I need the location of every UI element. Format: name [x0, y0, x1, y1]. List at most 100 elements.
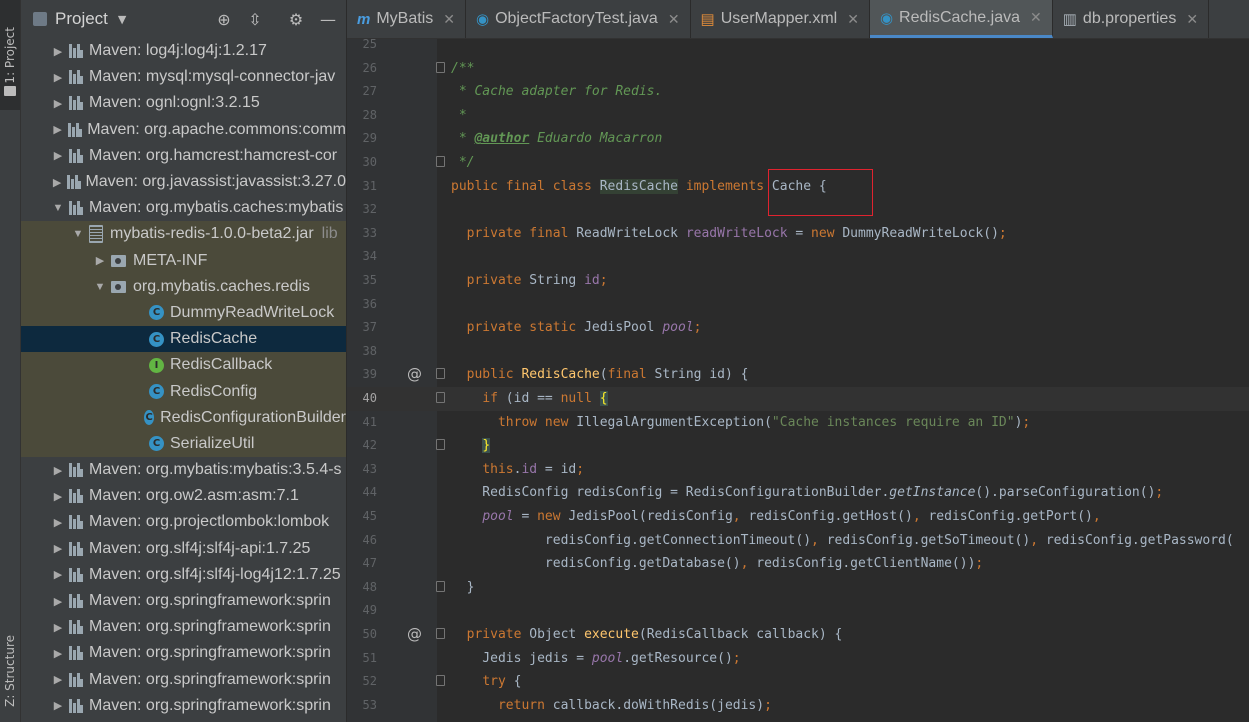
- fold-marker-icon[interactable]: [436, 628, 445, 639]
- tree-item[interactable]: ▶ Maven: org.slf4j:slf4j-api:1.7.25: [21, 536, 346, 562]
- code-line[interactable]: 37 private static JedisPool pool;: [347, 316, 1249, 340]
- collapsed-arrow-icon[interactable]: ▶: [51, 490, 65, 503]
- tree-item[interactable]: ▼ org.mybatis.caches.redis: [21, 273, 346, 300]
- close-icon[interactable]: ✕: [1030, 9, 1042, 26]
- code-editor[interactable]: 25 26/** 27 * Cache adapter for Redis. 28 *…: [347, 39, 1249, 722]
- code-line[interactable]: 31 public final class RedisCache implemen…: [347, 175, 1249, 199]
- code-line[interactable]: 29 * @author Eduardo Macarron: [347, 127, 1249, 151]
- expanded-arrow-icon[interactable]: ▼: [51, 202, 65, 214]
- tree-item[interactable]: ▶ Maven: ognl:ognl:3.2.15: [21, 90, 346, 116]
- tree-item[interactable]: ▶ Maven: org.ow2.asm:asm:7.1: [21, 483, 346, 509]
- locate-icon[interactable]: ⊕: [213, 8, 235, 30]
- hide-icon[interactable]: —: [317, 8, 339, 30]
- code-line[interactable]: 45 pool = new JedisPool(redisConfig, red…: [347, 505, 1249, 529]
- tree-item[interactable]: C RedisConfig: [21, 378, 346, 405]
- close-icon[interactable]: ✕: [668, 11, 680, 28]
- override-marker-icon[interactable]: @: [407, 625, 422, 643]
- tree-item[interactable]: ▶ Maven: org.slf4j:slf4j-log4j12:1.7.25: [21, 562, 346, 588]
- tree-item[interactable]: ▶ Maven: org.springframework:sprin: [21, 588, 346, 614]
- code-line[interactable]: 53 return callback.doWithRedis(jedis);: [347, 694, 1249, 718]
- collapsed-arrow-icon[interactable]: ▶: [51, 464, 65, 477]
- fold-marker-icon[interactable]: [436, 675, 445, 687]
- code-line[interactable]: 35 private String id;: [347, 269, 1249, 293]
- code-line[interactable]: 27 * Cache adapter for Redis.: [347, 80, 1249, 104]
- collapsed-arrow-icon[interactable]: ▶: [51, 71, 65, 84]
- tree-item[interactable]: ▼ mybatis-redis-1.0.0-beta2.jar lib: [21, 221, 346, 248]
- tree-item[interactable]: ▶ Maven: mysql:mysql-connector-jav: [21, 64, 346, 90]
- tree-item[interactable]: C RedisCache: [21, 326, 346, 353]
- editor-tab[interactable]: ◉ ObjectFactoryTest.java ✕: [466, 0, 691, 38]
- code-line[interactable]: 32: [347, 198, 1249, 222]
- collapsed-arrow-icon[interactable]: ▶: [51, 595, 65, 608]
- expanded-arrow-icon[interactable]: ▼: [93, 281, 107, 293]
- tree-item[interactable]: ▶ Maven: org.hamcrest:hamcrest-cor: [21, 143, 346, 169]
- project-tool-tab[interactable]: 1: Project: [0, 0, 20, 110]
- structure-tool-tab[interactable]: Z: Structure: [0, 620, 20, 722]
- collapsed-arrow-icon[interactable]: ▶: [51, 673, 65, 686]
- expanded-arrow-icon[interactable]: ▼: [71, 228, 85, 240]
- project-panel-title[interactable]: Project: [55, 9, 108, 29]
- code-line[interactable]: 52 try {: [347, 670, 1249, 694]
- tree-item[interactable]: ▶ Maven: org.mybatis:mybatis:3.5.4-s: [21, 457, 346, 483]
- code-line[interactable]: 38: [347, 340, 1249, 364]
- fold-marker-icon[interactable]: [436, 368, 445, 380]
- collapsed-arrow-icon[interactable]: ▶: [51, 699, 65, 712]
- fold-marker-icon[interactable]: [436, 439, 445, 451]
- override-marker-icon[interactable]: @: [407, 365, 422, 383]
- code-line[interactable]: 49: [347, 599, 1249, 623]
- collapsed-arrow-icon[interactable]: ▶: [51, 149, 65, 162]
- tree-item[interactable]: ▶ Maven: org.javassist:javassist:3.27.0: [21, 169, 346, 195]
- tree-item[interactable]: ▶ Maven: org.springframework:sprin: [21, 614, 346, 640]
- collapsed-arrow-icon[interactable]: ▶: [51, 97, 65, 110]
- code-line[interactable]: 41 throw new IllegalArgumentException("C…: [347, 411, 1249, 435]
- code-line[interactable]: 46 redisConfig.getConnectionTimeout(), r…: [347, 529, 1249, 553]
- code-line[interactable]: 43 this.id = id;: [347, 458, 1249, 482]
- code-line[interactable]: 50 @ private Object execute(RedisCallback…: [347, 623, 1249, 647]
- collapsed-arrow-icon[interactable]: ▶: [51, 176, 63, 189]
- fold-marker-icon[interactable]: [436, 580, 445, 592]
- editor-tab[interactable]: ▥ db.properties ✕: [1053, 0, 1210, 38]
- code-line[interactable]: 30 */: [347, 151, 1249, 175]
- tree-item[interactable]: ▶ Maven: log4j:log4j:1.2.17: [21, 38, 346, 64]
- fold-marker-icon[interactable]: [436, 61, 445, 73]
- tree-item[interactable]: C RedisConfigurationBuilder: [21, 404, 346, 431]
- collapsed-arrow-icon[interactable]: ▶: [51, 568, 65, 581]
- chevron-down-icon[interactable]: ▼: [118, 13, 126, 26]
- tree-item[interactable]: C DummyReadWriteLock: [21, 299, 346, 327]
- code-line[interactable]: 36: [347, 293, 1249, 317]
- collapsed-arrow-icon[interactable]: ▶: [51, 123, 64, 136]
- fold-marker-icon[interactable]: [436, 156, 445, 167]
- code-line[interactable]: 39 @ public RedisCache(final String id) {: [347, 363, 1249, 387]
- tree-item[interactable]: ▶ Maven: org.projectlombok:lombok: [21, 509, 346, 535]
- code-line[interactable]: 44 RedisConfig redisConfig = RedisConfig…: [347, 481, 1249, 505]
- code-line[interactable]: 28 *: [347, 104, 1249, 128]
- code-line[interactable]: 42 }: [347, 434, 1249, 458]
- tree-item[interactable]: ▶ Maven: org.springframework:sprin: [21, 693, 346, 719]
- fold-marker-icon[interactable]: [436, 392, 445, 403]
- code-line[interactable]: 47 redisConfig.getDatabase(), redisConfi…: [347, 552, 1249, 576]
- gear-icon[interactable]: ⚙: [285, 8, 307, 30]
- code-line[interactable]: 51 Jedis jedis = pool.getResource();: [347, 647, 1249, 671]
- close-icon[interactable]: ✕: [443, 11, 455, 28]
- collapsed-arrow-icon[interactable]: ▶: [51, 542, 65, 555]
- collapse-all-icon[interactable]: ⇳: [244, 8, 266, 30]
- code-line[interactable]: 33 private final ReadWriteLock readWrite…: [347, 222, 1249, 246]
- tree-item[interactable]: ▶ Maven: org.springframework:sprin: [21, 667, 346, 693]
- tree-item[interactable]: ▶ Maven: org.apache.commons:comm: [21, 117, 346, 143]
- code-line[interactable]: 25: [347, 39, 1249, 57]
- code-line[interactable]: 26 /**: [347, 57, 1249, 81]
- collapsed-arrow-icon[interactable]: ▶: [51, 621, 65, 634]
- tree-item[interactable]: I RedisCallback: [21, 352, 346, 379]
- editor-tab[interactable]: ◉ RedisCache.java ✕: [869, 0, 1053, 38]
- code-line[interactable]: 48 }: [347, 576, 1249, 600]
- editor-tab[interactable]: m MyBatis ✕: [347, 0, 466, 38]
- collapsed-arrow-icon[interactable]: ▶: [93, 254, 107, 267]
- collapsed-arrow-icon[interactable]: ▶: [51, 647, 65, 660]
- close-icon[interactable]: ✕: [847, 11, 859, 28]
- collapsed-arrow-icon[interactable]: ▶: [51, 516, 65, 529]
- code-line[interactable]: 34: [347, 245, 1249, 269]
- tree-item[interactable]: ▼ Maven: org.mybatis.caches:mybatis: [21, 195, 346, 221]
- collapsed-arrow-icon[interactable]: ▶: [51, 45, 65, 58]
- tree-item[interactable]: ▶ Maven: org.springframework:sprin: [21, 640, 346, 666]
- tree-item[interactable]: C SerializeUtil: [21, 430, 346, 457]
